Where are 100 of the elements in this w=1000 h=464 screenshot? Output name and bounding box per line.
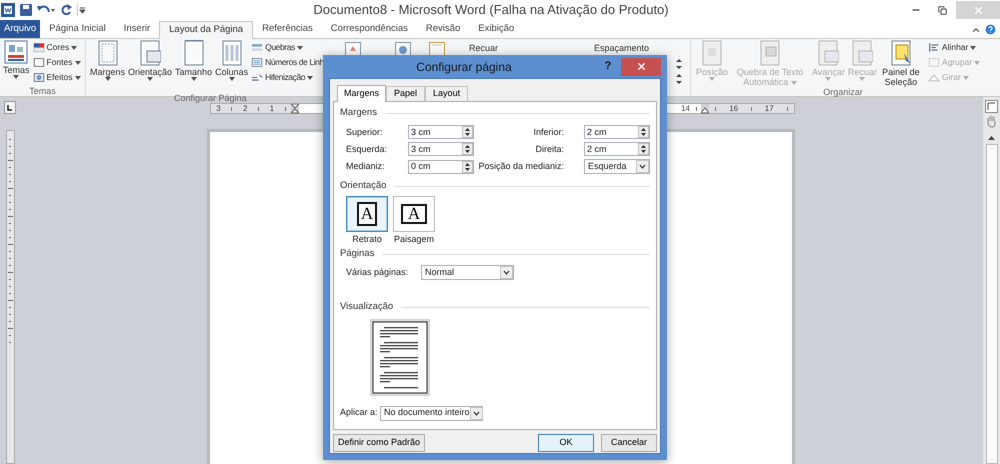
spinner-icon[interactable] — [462, 160, 473, 173]
multiple-pages-dropdown[interactable]: Normal — [421, 265, 514, 280]
scrollbar-track[interactable] — [986, 144, 998, 464]
rotate-icon — [928, 72, 940, 83]
spinner-icon[interactable] — [638, 143, 649, 156]
field-label: Aplicar a: — [340, 406, 379, 420]
section-heading: Visualização — [340, 300, 394, 314]
group-label: Configurar Página — [174, 93, 247, 103]
caret-icon — [790, 80, 797, 85]
caret-icon — [859, 77, 866, 81]
ribbon-button[interactable]: Temas — [2, 39, 31, 79]
ribbon-button[interactable]: Quebras — [251, 40, 332, 55]
apply-to-dropdown[interactable]: No documento inteiro — [380, 406, 483, 420]
ribbon-tab[interactable]: Referências — [253, 20, 322, 38]
help-icon[interactable] — [984, 23, 997, 36]
spin-field[interactable]: 0 cm — [408, 160, 474, 174]
breaks-icon — [251, 42, 264, 53]
spin-field[interactable]: 3 cm — [408, 142, 474, 156]
caret-icon — [709, 77, 716, 81]
spinner-icon[interactable] — [638, 126, 649, 138]
close-button[interactable] — [621, 58, 661, 76]
ruler-number: 17 — [764, 104, 774, 113]
ruler-number: 16 — [729, 104, 738, 113]
ribbon-button[interactable]: Colunas — [214, 39, 250, 81]
section-heading: Margens — [340, 106, 377, 120]
customize-toolbar-icon[interactable] — [77, 4, 85, 16]
ribbon-tab[interactable]: Correspondências — [322, 20, 417, 38]
scroll-up-icon[interactable] — [987, 134, 996, 142]
tab-selector-icon[interactable] — [4, 101, 16, 114]
group-label: Organizar — [822, 87, 864, 97]
caret-icon — [190, 77, 197, 81]
dialog-tab[interactable]: Margens — [337, 85, 386, 102]
ruler-number: 2 — [242, 104, 248, 113]
watermark-icon — [345, 42, 361, 55]
group-label: Temas — [28, 86, 57, 96]
hyphenation-icon — [251, 72, 264, 83]
dialog-button[interactable]: Cancelar — [601, 434, 657, 452]
caret-icon — [307, 76, 314, 80]
field-label: Medianiz: — [346, 160, 386, 173]
ribbon-tab[interactable]: Revisão — [416, 20, 470, 38]
dialog-tab[interactable]: Layout — [425, 86, 468, 101]
group-icon — [928, 57, 940, 68]
ribbon-button[interactable]: Orientação — [127, 39, 174, 81]
section-heading: Orientação — [340, 179, 386, 194]
ribbon-button[interactable]: Alinhar — [928, 40, 980, 55]
ribbon-tab[interactable]: Arquivo — [0, 20, 40, 38]
ribbon-tab[interactable]: Página Inicial — [40, 20, 115, 38]
caret-icon — [228, 77, 235, 81]
ruler-number: 1 — [270, 104, 274, 113]
gutter-position-dropdown[interactable]: Esquerda — [584, 159, 650, 174]
ribbon-button[interactable]: Cores — [32, 40, 81, 55]
ribbon-tab[interactable]: Inserir — [114, 20, 160, 38]
field-label: Posição da medianiz: — [477, 160, 565, 173]
ribbon-button[interactable]: Hifenização — [251, 70, 332, 85]
field-label: Superior: — [346, 126, 384, 139]
ribbon-button[interactable]: Painel de Seleção — [878, 39, 923, 87]
caret-icon — [71, 46, 78, 50]
orientation-label: Retrato — [352, 232, 382, 246]
restore-icon[interactable] — [938, 6, 947, 14]
save-icon[interactable] — [20, 4, 32, 16]
caret-icon — [970, 46, 976, 50]
colors-icon — [32, 42, 45, 53]
view-ruler-icon[interactable] — [985, 100, 998, 113]
page-color-icon — [395, 42, 411, 55]
ribbon-tab[interactable]: Layout da Página — [159, 21, 254, 39]
spin-field[interactable]: 2 cm — [584, 125, 650, 140]
line-numbers-icon — [251, 57, 264, 68]
dialog-tab[interactable]: Papel — [386, 86, 426, 101]
spinner-icon[interactable] — [462, 126, 473, 138]
dialog-button[interactable]: Definir como Padrão — [333, 434, 426, 452]
ribbon-button[interactable]: Tamanho — [174, 39, 214, 81]
redo-icon[interactable] — [60, 4, 72, 16]
close-icon[interactable] — [636, 61, 646, 72]
effects-icon — [32, 72, 45, 83]
fonts-icon — [32, 57, 45, 68]
ruler-number: 3 — [216, 104, 221, 113]
spin-field[interactable]: 3 cm — [408, 125, 474, 140]
field-label: Inferior: — [532, 126, 565, 138]
field-label: Direita: — [534, 142, 565, 156]
window-title: Documento8 - Microsoft Word (Falha na Ativação do Produto) — [312, 1, 670, 20]
caret-icon — [13, 75, 20, 79]
spin-field[interactable]: 2 cm — [584, 142, 650, 156]
ribbon-button[interactable]: Margens — [89, 39, 126, 81]
caret-icon — [147, 77, 154, 81]
caret-icon — [296, 46, 303, 50]
caret-icon — [74, 60, 81, 64]
ribbon-button[interactable]: Efeitos — [32, 70, 81, 85]
caret-icon — [962, 76, 969, 80]
orientation-option[interactable]: A — [393, 196, 435, 232]
indent-label: Recuar — [469, 42, 498, 55]
spinner-icon[interactable] — [462, 143, 473, 156]
help-button[interactable]: ? — [599, 58, 617, 76]
align-icon — [928, 42, 940, 53]
ribbon-tab[interactable]: Exibição — [469, 20, 524, 38]
ribbon-button[interactable]: Fontes — [32, 55, 81, 70]
dialog-button[interactable]: OK — [538, 434, 594, 452]
field-label: Várias páginas: — [346, 266, 410, 279]
caret-icon — [974, 60, 980, 64]
ruler-number: 14 — [681, 104, 690, 113]
orientation-option[interactable]: A — [346, 196, 388, 232]
